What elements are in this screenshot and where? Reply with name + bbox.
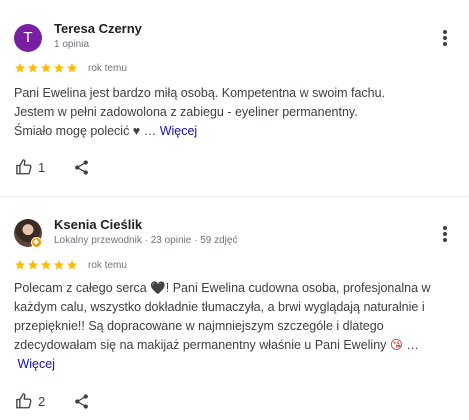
avatar[interactable]: T <box>14 24 42 52</box>
review-text-line: Pani Ewelina jest bardzo miłą osobą. Kom… <box>14 86 386 100</box>
star-icon <box>27 62 39 74</box>
review-text: Pani Ewelina jest bardzo miłą osobą. Kom… <box>14 84 454 141</box>
like-button[interactable]: 1 <box>15 158 45 176</box>
more-options-button[interactable] <box>436 224 454 244</box>
heart-emoji: 🖤 <box>150 281 166 295</box>
share-icon <box>73 393 90 410</box>
like-count: 1 <box>38 159 46 175</box>
thumb-up-icon <box>15 158 33 176</box>
star-icon <box>66 259 78 271</box>
review-text-line: Polecam z całego serca 🖤! Pani Ewelina c… <box>14 281 431 295</box>
more-link[interactable]: Więcej <box>160 124 198 138</box>
star-rating <box>14 259 79 271</box>
kiss-emoji: 😘 <box>389 338 403 352</box>
review-date: rok temu <box>88 62 127 74</box>
thumb-up-icon <box>15 392 33 410</box>
share-button[interactable] <box>73 393 90 410</box>
star-icon <box>40 62 52 74</box>
review-text-line: Więcej <box>14 355 454 374</box>
review-card: Ksenia Cieślik Lokalny przewodnik · 23 o… <box>0 198 469 420</box>
reviewer-name[interactable]: Ksenia Cieślik <box>54 217 142 232</box>
reviewer-name[interactable]: Teresa Czerny <box>54 21 142 36</box>
rating-row: rok temu <box>14 259 127 271</box>
star-icon <box>14 62 26 74</box>
star-icon <box>53 259 65 271</box>
star-icon <box>53 62 65 74</box>
review-text: Polecam z całego serca 🖤! Pani Ewelina c… <box>14 279 454 374</box>
more-link[interactable]: Więcej <box>17 357 55 371</box>
review-text-line: zdecydowałam się na makijaż permanentny … <box>14 338 419 352</box>
star-icon <box>27 259 39 271</box>
review-text-line: Jestem w pełni zadowolona z zabiegu - ey… <box>14 105 358 119</box>
local-guide-badge-icon <box>31 237 42 248</box>
star-icon <box>40 259 52 271</box>
review-card: T Teresa Czerny 1 opinia rok temu Pani E… <box>0 0 469 196</box>
rating-row: rok temu <box>14 62 127 74</box>
review-text-line: każdym calu, wszystko dokładnie tłumaczy… <box>14 300 425 314</box>
reviewer-meta: 1 opinia <box>54 39 90 50</box>
star-icon <box>14 259 26 271</box>
divider <box>0 196 469 197</box>
share-icon <box>73 159 90 176</box>
like-button[interactable]: 2 <box>15 392 45 410</box>
review-text-line: przepięknie!! Są dopracowane w najmniejs… <box>14 319 384 333</box>
more-vert-icon <box>443 30 447 34</box>
review-text-line: Śmiało mogę polecić ♥ … Więcej <box>14 124 198 138</box>
more-vert-icon <box>443 226 447 230</box>
star-icon <box>66 62 78 74</box>
reviewer-meta: Lokalny przewodnik · 23 opinie · 59 zdję… <box>54 235 238 246</box>
like-count: 2 <box>38 393 46 409</box>
more-options-button[interactable] <box>436 28 454 48</box>
review-date: rok temu <box>88 259 127 271</box>
star-rating <box>14 62 79 74</box>
share-button[interactable] <box>73 159 90 176</box>
